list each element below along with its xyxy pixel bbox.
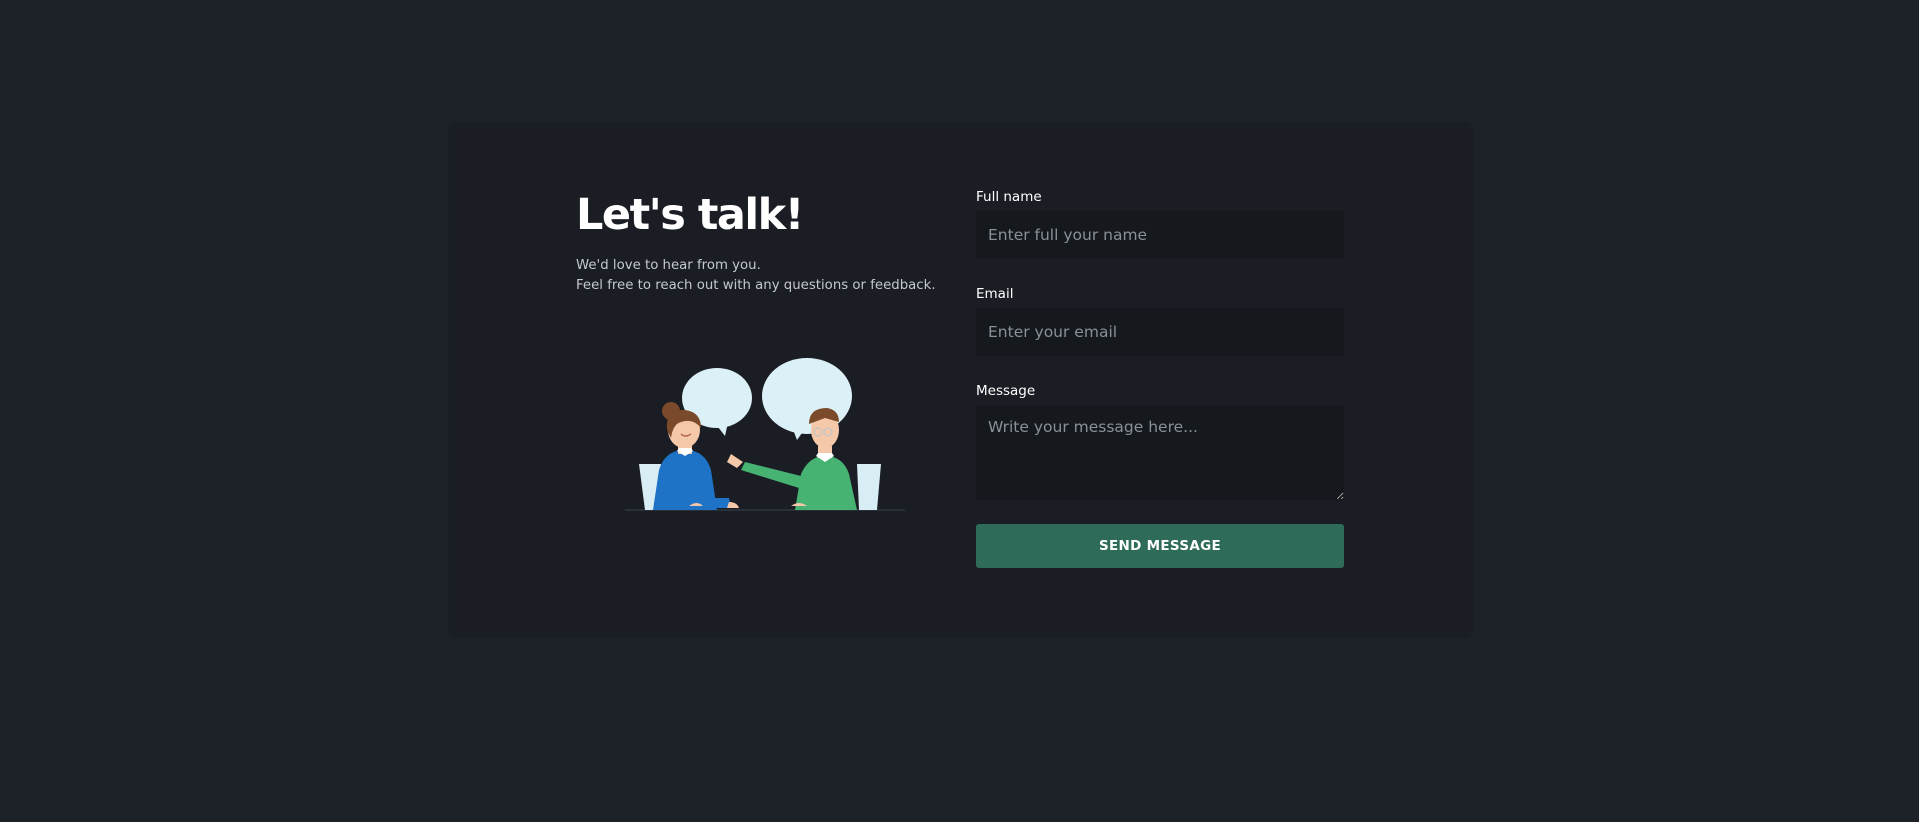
subtitle: We'd love to hear from you. Feel free to… [576,256,946,296]
message-textarea[interactable] [976,405,1344,500]
email-label: Email [976,286,1014,302]
message-group: Message [976,382,1344,500]
two-people-chatting-illustration [625,358,905,511]
email-group: Email [976,285,1344,356]
intro-section: Let's talk! We'd love to hear from you. … [576,186,946,296]
full-name-label: Full name [976,189,1042,205]
right-chair [857,464,881,510]
send-message-button[interactable]: SEND MESSAGE [976,524,1344,568]
page-title: Let's talk! [576,190,804,240]
full-name-group: Full name [976,188,1344,259]
full-name-input[interactable] [976,211,1344,259]
subtitle-line-2: Feel free to reach out with any question… [576,278,936,293]
subtitle-line-1: We'd love to hear from you. [576,258,761,273]
message-label: Message [976,383,1036,399]
contact-form: Full name Email Message SEND MESSAGE [976,188,1344,568]
email-input[interactable] [976,308,1344,356]
